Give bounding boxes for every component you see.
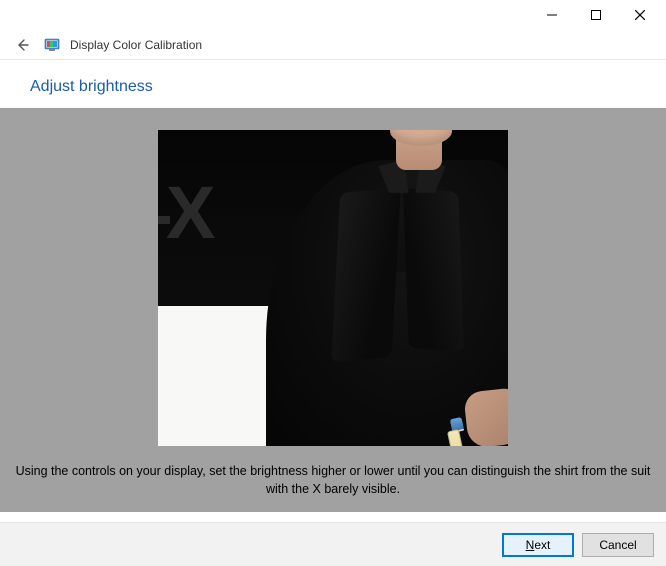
- header-bar: Display Color Calibration: [0, 30, 666, 60]
- minimize-icon: [547, 10, 557, 20]
- window-titlebar: [0, 0, 666, 30]
- maximize-icon: [591, 10, 601, 20]
- close-icon: [635, 10, 645, 20]
- instruction-text: Using the controls on your display, set …: [0, 456, 666, 512]
- back-arrow-icon: [14, 37, 30, 53]
- app-icon: [44, 37, 60, 53]
- app-title: Display Color Calibration: [70, 38, 202, 52]
- brightness-reference-image: X: [158, 130, 508, 446]
- reference-x-mark: X: [166, 170, 211, 255]
- page-title: Adjust brightness: [0, 60, 666, 108]
- content-area: X Using the controls on your display, se…: [0, 108, 666, 512]
- close-button[interactable]: [618, 1, 662, 29]
- back-button[interactable]: [10, 33, 34, 57]
- next-button[interactable]: Next: [502, 533, 574, 557]
- maximize-button[interactable]: [574, 1, 618, 29]
- minimize-button[interactable]: [530, 1, 574, 29]
- cancel-button[interactable]: Cancel: [582, 533, 654, 557]
- footer-bar: Next Cancel: [0, 522, 666, 566]
